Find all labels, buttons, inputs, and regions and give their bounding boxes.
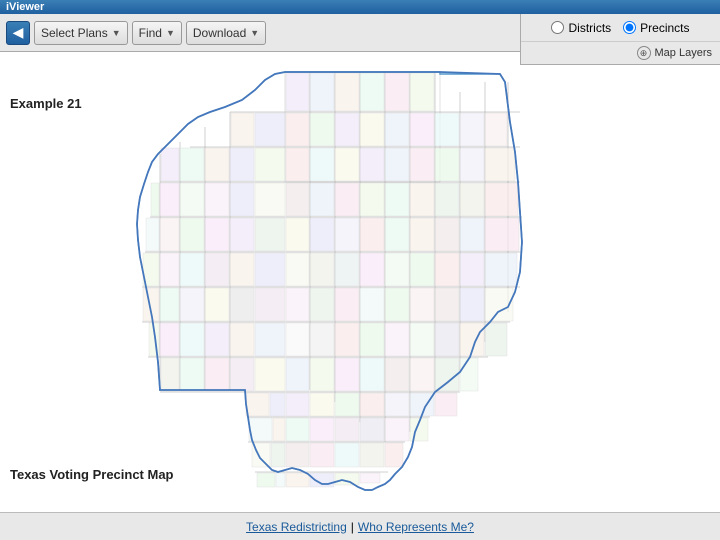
districts-label: Districts [568, 21, 611, 35]
app-title: iViewer [6, 1, 44, 13]
back-arrow-icon: ◀ [13, 24, 24, 41]
main-area: Example 21 [0, 52, 720, 512]
redistricting-link[interactable]: Texas Redistricting [246, 520, 347, 534]
footer: Texas Redistricting | Who Represents Me? [0, 512, 720, 540]
select-plans-label: Select Plans [41, 26, 108, 40]
header-bar: iViewer [0, 0, 720, 14]
map-container: Example 21 [0, 52, 720, 512]
map-description-label: Texas Voting Precinct Map [10, 467, 174, 482]
precincts-radio-label[interactable]: Precincts [623, 21, 689, 35]
select-plans-button[interactable]: Select Plans ▼ [34, 21, 128, 45]
download-button[interactable]: Download ▼ [186, 21, 266, 45]
who-represents-link[interactable]: Who Represents Me? [358, 520, 474, 534]
districts-radio-label[interactable]: Districts [551, 21, 611, 35]
download-dropdown-icon: ▼ [250, 28, 259, 38]
precincts-radio[interactable] [623, 21, 636, 34]
footer-separator: | [351, 520, 354, 534]
precincts-label: Precincts [640, 21, 689, 35]
view-mode-radio-group: Districts Precincts [521, 14, 720, 42]
texas-map[interactable] [130, 62, 550, 502]
find-button[interactable]: Find ▼ [132, 21, 182, 45]
download-label: Download [193, 26, 246, 40]
select-plans-dropdown-icon: ▼ [112, 28, 121, 38]
districts-radio[interactable] [551, 21, 564, 34]
example-label: Example 21 [10, 96, 82, 111]
find-dropdown-icon: ▼ [166, 28, 175, 38]
back-button[interactable]: ◀ [6, 21, 30, 45]
find-label: Find [139, 26, 162, 40]
